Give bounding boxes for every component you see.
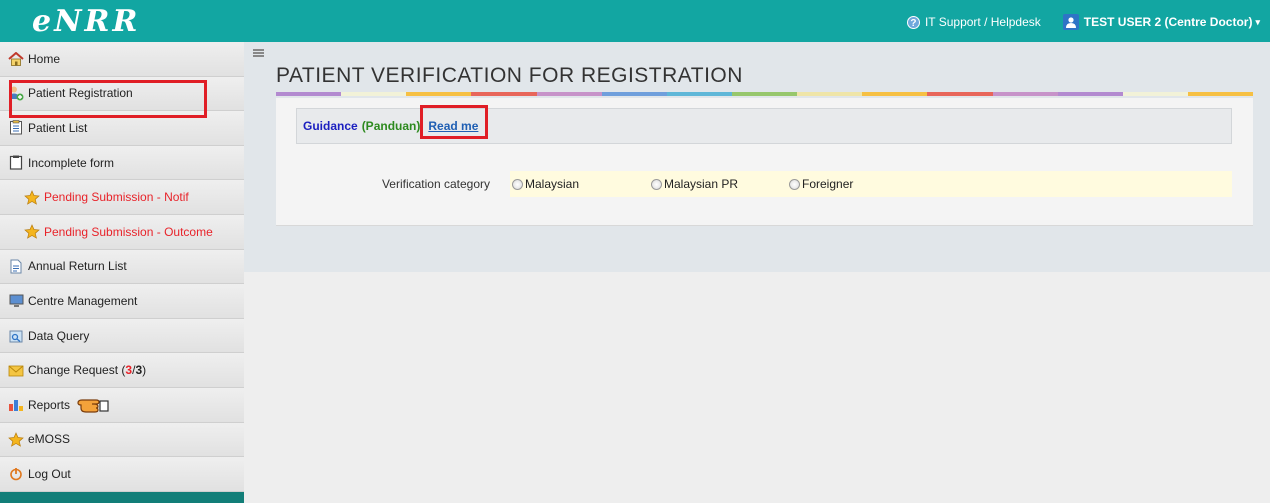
sidebar-item-label: Centre Management bbox=[28, 293, 138, 308]
radio-malaysian[interactable]: Malaysian bbox=[512, 177, 651, 191]
radio-button-icon[interactable] bbox=[789, 178, 800, 190]
sidebar-item-label: Incomplete form bbox=[28, 155, 115, 170]
menu-toggle-icon[interactable] bbox=[253, 49, 264, 57]
sidebar-item-label: Patient List bbox=[28, 120, 88, 135]
sidebar-item-pending-outcome[interactable]: Pending Submission - Outcome bbox=[0, 214, 244, 250]
divider-segment bbox=[601, 92, 667, 96]
divider-segment bbox=[341, 92, 407, 96]
radio-label: Foreigner bbox=[802, 177, 854, 191]
change-request-close: ) bbox=[142, 363, 147, 378]
sidebar-item-centre-management[interactable]: Centre Management bbox=[0, 284, 244, 319]
divider-segment bbox=[536, 92, 602, 96]
radio-foreigner[interactable]: Foreigner bbox=[789, 177, 853, 191]
top-bar: eNRR ? IT Support / Helpdesk TEST USER 2… bbox=[0, 0, 1270, 42]
divider-segment bbox=[406, 92, 472, 96]
chart-icon bbox=[8, 397, 24, 413]
guidance-label: Guidance bbox=[303, 119, 358, 133]
sidebar-item-label: Change Request ( bbox=[28, 363, 126, 378]
sidebar-item-incomplete-form[interactable]: Incomplete form bbox=[0, 145, 244, 181]
monitor-icon bbox=[8, 293, 24, 309]
divider-segment bbox=[1057, 92, 1123, 96]
clipboard-icon bbox=[8, 155, 24, 171]
page-title: PATIENT VERIFICATION FOR REGISTRATION bbox=[276, 64, 743, 87]
sidebar-item-emoss[interactable]: eMOSS bbox=[0, 422, 244, 458]
envelope-icon bbox=[8, 362, 24, 378]
divider-segment bbox=[731, 92, 798, 96]
sidebar-item-label: eMOSS bbox=[28, 432, 71, 447]
divider-segment bbox=[1187, 92, 1254, 96]
verification-panel: Guidance (Panduan) Read me Verification … bbox=[276, 98, 1253, 226]
sidebar-item-reports[interactable]: Reports bbox=[0, 387, 244, 423]
sidebar-item-label: Log Out bbox=[28, 466, 71, 481]
sidebar-item-label: Data Query bbox=[28, 328, 90, 343]
list-icon bbox=[8, 120, 24, 136]
verification-category-row: Verification category Malaysian Malaysia… bbox=[296, 171, 1232, 197]
user-menu[interactable]: TEST USER 2 (Centre Doctor) ▾ bbox=[1084, 15, 1260, 29]
query-icon bbox=[8, 328, 24, 344]
divider-segment bbox=[1122, 92, 1188, 96]
chevron-down-icon: ▾ bbox=[1255, 16, 1260, 27]
change-request-count-a: 3 bbox=[125, 363, 133, 378]
verification-category-label: Verification category bbox=[381, 177, 490, 191]
radio-label: Malaysian PR bbox=[664, 177, 739, 191]
guidance-sub-label: (Panduan) bbox=[361, 119, 421, 133]
radio-malaysian-pr[interactable]: Malaysian PR bbox=[651, 177, 789, 191]
divider-segment bbox=[471, 92, 537, 96]
main-content: PATIENT VERIFICATION FOR REGISTRATION Gu… bbox=[244, 42, 1270, 503]
divider-segment bbox=[862, 92, 928, 96]
sidebar-item-home[interactable]: Home bbox=[0, 42, 244, 77]
star-icon bbox=[24, 224, 40, 240]
highlight-box-read-me bbox=[420, 105, 488, 139]
divider-segment bbox=[992, 92, 1058, 96]
power-icon bbox=[8, 466, 24, 482]
helpdesk-link[interactable]: IT Support / Helpdesk bbox=[925, 15, 1041, 29]
star-icon bbox=[24, 189, 40, 205]
document-icon bbox=[8, 258, 24, 274]
sidebar-item-label: Annual Return List bbox=[28, 259, 127, 274]
radio-button-icon[interactable] bbox=[651, 178, 662, 190]
user-name: TEST USER 2 (Centre Doctor) bbox=[1083, 15, 1253, 29]
sidebar-item-change-request[interactable]: Change Request (3 / 3) bbox=[0, 353, 244, 388]
sidebar-item-label: Reports bbox=[28, 397, 71, 412]
top-right-menu: ? IT Support / Helpdesk TEST USER 2 (Cen… bbox=[906, 14, 1260, 30]
title-divider bbox=[276, 92, 1254, 96]
sidebar-item-label: Pending Submission - Outcome bbox=[44, 224, 213, 239]
divider-segment bbox=[797, 92, 863, 96]
sidebar-item-label: Pending Submission - Notif bbox=[44, 190, 189, 205]
divider-segment bbox=[666, 92, 732, 96]
sidebar-footer-bar bbox=[0, 492, 244, 503]
sidebar-item-logout[interactable]: Log Out bbox=[0, 457, 244, 492]
app-logo[interactable]: eNRR bbox=[32, 4, 140, 39]
user-icon[interactable] bbox=[1062, 14, 1079, 30]
divider-segment bbox=[927, 92, 993, 96]
change-request-count-b: 3 bbox=[135, 363, 143, 378]
highlight-box-patient-registration bbox=[9, 80, 207, 118]
sidebar-item-pending-notif[interactable]: Pending Submission - Notif bbox=[0, 180, 244, 215]
divider-segment bbox=[276, 92, 342, 96]
help-icon[interactable]: ? bbox=[906, 15, 920, 29]
sidebar-item-annual-return[interactable]: Annual Return List bbox=[0, 249, 244, 285]
sidebar-item-label: Home bbox=[28, 51, 61, 66]
radio-label: Malaysian bbox=[525, 177, 580, 191]
sidebar-item-data-query[interactable]: Data Query bbox=[0, 318, 244, 354]
pointing-hand-icon bbox=[76, 396, 110, 414]
radio-button-icon[interactable] bbox=[512, 178, 523, 190]
star-icon bbox=[8, 431, 24, 447]
verification-options: Malaysian Malaysian PR Foreigner bbox=[510, 171, 1232, 197]
home-icon bbox=[8, 51, 24, 67]
